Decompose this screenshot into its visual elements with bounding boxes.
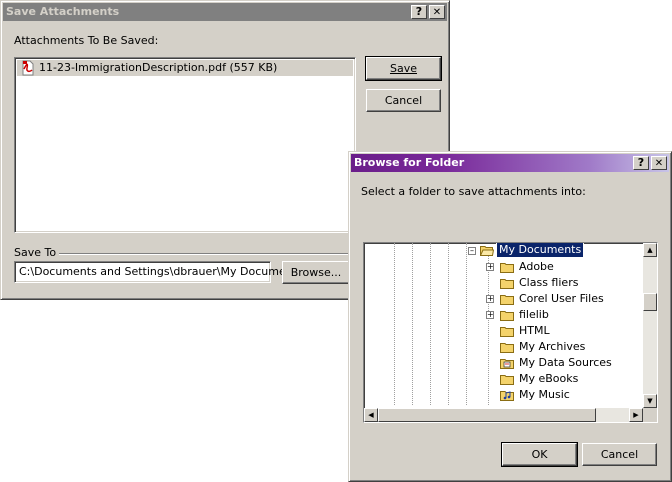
tree-guide-line xyxy=(466,243,467,405)
tree-item-label: HTML xyxy=(519,324,550,337)
data-sources-folder-icon xyxy=(500,359,514,369)
folder-icon xyxy=(500,263,514,273)
tree-guide-line xyxy=(430,243,431,405)
save-button-label: Save xyxy=(389,62,417,75)
folder-icon xyxy=(500,295,514,305)
save-to-label: Save To xyxy=(14,246,57,259)
cancel-button[interactable]: Cancel xyxy=(366,89,441,112)
folder-icon xyxy=(500,375,514,385)
scroll-down-arrow-icon[interactable]: ▼ xyxy=(643,394,657,408)
save-to-path-text: C:\Documents and Settings\dbrauer\My Doc… xyxy=(19,265,303,278)
help-icon: ? xyxy=(637,156,645,169)
collapse-toggle[interactable]: – xyxy=(468,247,476,255)
save-to-path-field[interactable]: C:\Documents and Settings\dbrauer\My Doc… xyxy=(14,261,303,283)
scroll-up-arrow-icon[interactable]: ▲ xyxy=(643,243,657,257)
tree-item-label: filelib xyxy=(519,308,549,321)
tree-guide-line xyxy=(488,253,489,405)
music-folder-icon xyxy=(500,391,514,401)
folder-icon xyxy=(500,279,514,289)
attachment-item-label: 11-23-ImmigrationDescription.pdf (557 KB… xyxy=(39,61,278,74)
close-icon: ✕ xyxy=(654,158,664,169)
tree-item-label: Class fliers xyxy=(519,276,579,289)
tree-item-label: My Data Sources xyxy=(519,356,612,369)
cancel-button-label: Cancel xyxy=(384,94,423,107)
ok-button[interactable]: OK xyxy=(501,442,578,467)
tree-item-label: Corel User Files xyxy=(519,292,604,305)
save-button[interactable]: Save xyxy=(365,56,442,81)
tree-item-label: My eBooks xyxy=(519,372,579,385)
ok-button-label: OK xyxy=(531,448,548,461)
vertical-scrollbar[interactable]: ▲ ▼ xyxy=(643,243,657,408)
cancel-button-label: Cancel xyxy=(600,448,639,461)
close-icon: ✕ xyxy=(432,7,442,18)
help-button[interactable]: ? xyxy=(633,156,649,170)
folder-icon xyxy=(500,311,514,321)
expand-toggle[interactable]: + xyxy=(486,263,494,271)
browse-instruction: Select a folder to save attachments into… xyxy=(361,185,586,198)
close-button[interactable]: ✕ xyxy=(651,156,667,170)
tree-item-label: Adobe xyxy=(519,260,554,273)
pdf-file-icon xyxy=(22,60,34,76)
scroll-left-arrow-icon[interactable]: ◀ xyxy=(364,408,378,422)
expand-toggle[interactable]: + xyxy=(486,295,494,303)
expand-toggle[interactable]: + xyxy=(486,311,494,319)
attachments-label: Attachments To Be Saved: xyxy=(14,34,159,47)
cancel-button[interactable]: Cancel xyxy=(582,443,657,466)
browse-button[interactable]: Browse... xyxy=(282,261,350,284)
browse-dialog-titlebar[interactable]: Browse for Folder ? ✕ xyxy=(351,154,669,172)
scrollbar-corner xyxy=(643,408,657,422)
save-dialog-titlebar[interactable]: Save Attachments ? ✕ xyxy=(3,3,447,21)
browse-folder-dialog: Browse for Folder ? ✕ Select a folder to… xyxy=(348,151,672,482)
close-button[interactable]: ✕ xyxy=(429,5,445,19)
folder-icon xyxy=(500,343,514,353)
tree-guide-line xyxy=(412,243,413,405)
folder-icon xyxy=(500,327,514,337)
tree-item-label: My Documents xyxy=(495,243,585,258)
horizontal-scrollbar[interactable]: ◀ ▶ xyxy=(364,408,643,422)
scroll-thumb[interactable] xyxy=(643,293,657,311)
help-icon: ? xyxy=(415,5,423,18)
tree-item-label: My Music xyxy=(519,388,570,401)
scroll-right-arrow-icon[interactable]: ▶ xyxy=(629,408,643,422)
tree-guide-line xyxy=(394,243,395,405)
save-dialog-title: Save Attachments xyxy=(6,5,120,18)
attachments-list[interactable]: 11-23-ImmigrationDescription.pdf (557 KB… xyxy=(14,57,356,233)
save-to-divider xyxy=(59,253,349,255)
open-folder-icon xyxy=(480,246,494,256)
attachment-item[interactable]: 11-23-ImmigrationDescription.pdf (557 KB… xyxy=(17,60,353,76)
tree-item-label: My Archives xyxy=(519,340,586,353)
folder-tree[interactable]: – My Documents + Adobe Class fliers + Co… xyxy=(363,242,658,423)
browse-dialog-title: Browse for Folder xyxy=(354,156,465,169)
browse-button-label: Browse... xyxy=(290,266,342,279)
tree-guide-line xyxy=(448,243,449,405)
help-button[interactable]: ? xyxy=(411,5,427,19)
scroll-thumb[interactable] xyxy=(378,408,596,422)
